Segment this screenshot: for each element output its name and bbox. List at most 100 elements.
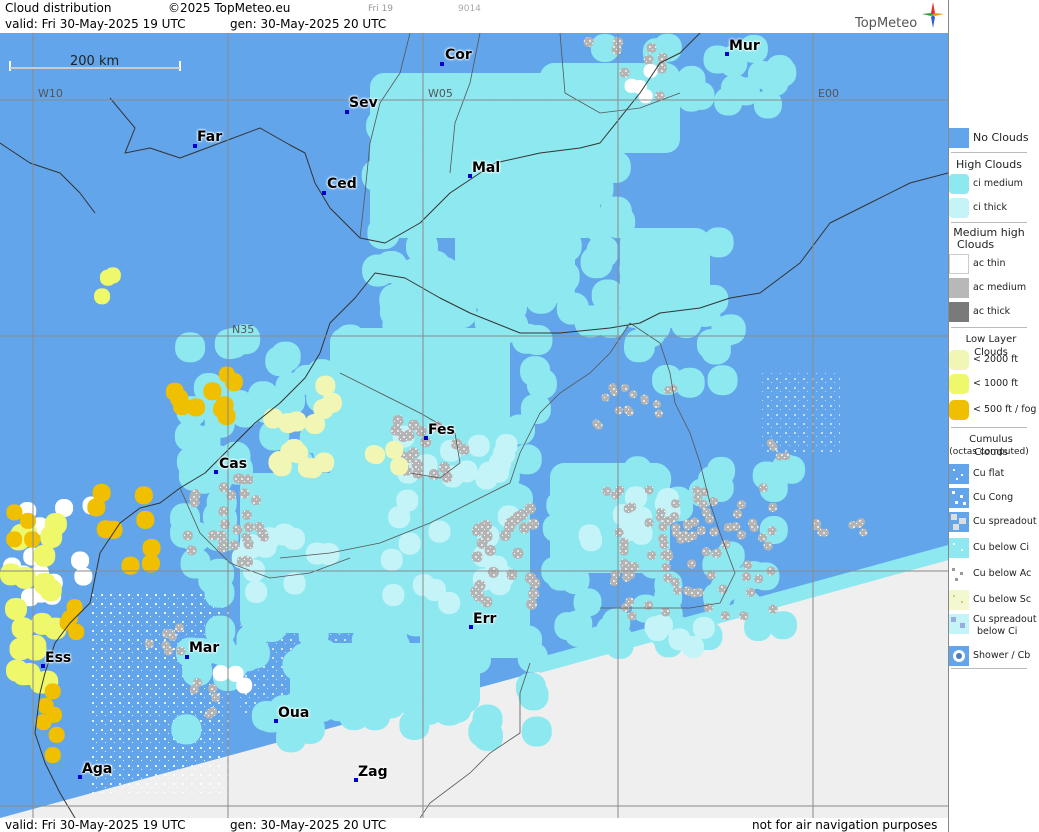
cirrus-cell [382, 324, 413, 355]
cirrus-cell [401, 606, 432, 637]
frame-label: Fri 19 [368, 4, 394, 14]
altocumulus-cell [736, 530, 746, 540]
grid-label-n35: N35 [232, 323, 255, 336]
disclaimer-text: not for air navigation purposes [752, 818, 938, 832]
low-cloud-1000ft [5, 597, 28, 620]
cirrus-cell [624, 329, 655, 360]
legend-swatch [949, 374, 969, 394]
cirrus-cell [645, 246, 676, 277]
legend-ci-thick: ci thick [949, 198, 1039, 220]
fog-cell [37, 697, 54, 714]
altocumulus-cell [709, 527, 719, 537]
altocumulus-cell [848, 520, 857, 529]
legend-swatch [949, 128, 969, 148]
legend-panel: No Clouds High Clouds ci medium ci thick… [948, 0, 1039, 832]
altocumulus-cell [218, 482, 229, 493]
altocumulus-cell [670, 499, 680, 509]
altocumulus-cell [757, 532, 767, 542]
cirrus-cell [236, 624, 267, 655]
legend-swatch [949, 198, 969, 218]
city-label-ess: Ess [45, 650, 72, 666]
altocumulus-cell [629, 390, 638, 399]
cirrus-cell [703, 227, 734, 258]
low-cloud-1000ft [33, 544, 56, 567]
cirrus-cell [539, 226, 572, 259]
cirrus-cell [204, 577, 235, 608]
legend-label: Cu spreadout [973, 614, 1037, 625]
city-label-mal: Mal [472, 160, 501, 176]
altocumulus-cell [610, 387, 619, 396]
altocumulus-cell [736, 500, 746, 510]
altocumulus-cell [392, 415, 404, 427]
cirrus-thick-cell [245, 580, 268, 603]
city-label-ced: Ced [327, 176, 357, 192]
altocumulus-cell [428, 469, 440, 481]
cloud-map[interactable]: 200 km W10 W05 E00 N35 Cor Mur Sev Far C… [0, 33, 948, 818]
altocumulus-cell [652, 400, 661, 409]
cirrus-cell [434, 695, 465, 726]
altocumulus-thin-cell [643, 63, 658, 78]
altocumulus-cell [438, 461, 450, 473]
altocumulus-cell [671, 523, 681, 533]
altocumulus-cell [528, 588, 540, 600]
cirrus-cell [674, 367, 705, 398]
altocumulus-cell [471, 525, 483, 537]
cirrus-cell [466, 491, 497, 522]
legend-swatch [949, 590, 969, 610]
altocumulus-cell [408, 447, 420, 459]
cirrus-cell [367, 217, 400, 250]
altocumulus-cell [243, 539, 254, 550]
fog-cell [6, 531, 23, 548]
cirrus-cell [529, 113, 562, 146]
altocumulus-cell [620, 383, 629, 392]
fog-cell [44, 683, 61, 700]
cirrus-thick-cell [382, 584, 405, 607]
fog-cell [44, 747, 61, 764]
altocumulus-cell [487, 566, 499, 578]
cirrus-thick-cell [580, 529, 603, 552]
altocumulus-cell [583, 36, 594, 47]
altocumulus-cell [627, 502, 637, 512]
city-label-err: Err [473, 611, 497, 627]
legend-label: Shower / Cb [973, 650, 1031, 661]
grid-label-w10: W10 [38, 87, 63, 100]
altocumulus-cell [471, 551, 483, 563]
altocumulus-cell [251, 495, 262, 506]
altocumulus-cell [524, 503, 536, 515]
altocumulus-cell [526, 598, 538, 610]
altocumulus-cell [239, 488, 250, 499]
altocumulus-cell [748, 518, 758, 528]
altocumulus-cell [643, 54, 654, 65]
altocumulus-cell [664, 386, 673, 395]
altocumulus-cell [663, 516, 673, 526]
altocumulus-cell [856, 518, 865, 527]
map-footer: valid: Fri 30-May-2025 19 UTC gen: 30-Ma… [0, 818, 948, 832]
altocumulus-cell [619, 540, 629, 550]
cirrus-cell [623, 456, 652, 485]
altocumulus-cell [647, 550, 657, 560]
altocumulus-cell [679, 530, 689, 540]
altocumulus-cell [458, 444, 470, 456]
cirrus-cell [175, 332, 206, 363]
cirrus-thick-cell [646, 619, 669, 642]
legend-cu-below-sc: Cu below Sc [949, 590, 1039, 612]
legend-swatch [949, 614, 969, 634]
city-label-mar: Mar [189, 640, 220, 656]
altocumulus-cell [701, 508, 711, 518]
footer-generated-time: gen: 30-May-2025 20 UTC [230, 818, 387, 832]
altocumulus-cell [768, 502, 778, 512]
altocumulus-cell [602, 486, 612, 496]
city-label-zag: Zag [358, 764, 388, 780]
legend-cu-spread-ci: Cu spreadout below Ci [949, 614, 1039, 644]
city-label-far: Far [197, 129, 223, 145]
legend-label: < 500 ft / fog [973, 404, 1037, 415]
fog-cell [24, 531, 41, 548]
low-cloud-1000ft [40, 525, 63, 548]
cirrus-cell [308, 639, 339, 670]
legend-shower: Shower / Cb [949, 646, 1039, 668]
legend-ac-thick: ac thick [949, 302, 1039, 324]
legend-cu-spread: Cu spreadout [949, 512, 1039, 534]
fog-cell [92, 483, 111, 502]
altocumulus-cell [204, 709, 214, 719]
low-cloud-1000ft [12, 663, 35, 686]
